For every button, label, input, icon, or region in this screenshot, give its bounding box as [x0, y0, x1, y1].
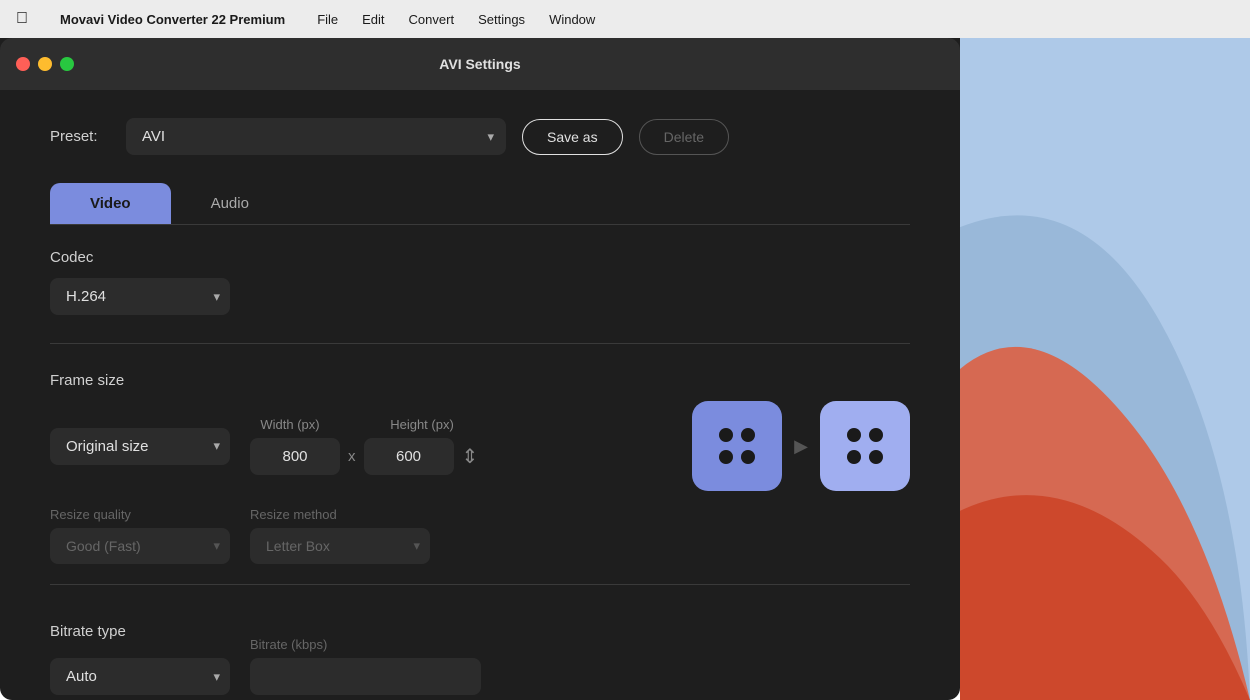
background-decoration — [960, 38, 1250, 700]
close-button[interactable] — [16, 57, 30, 71]
preview-box-before — [692, 401, 782, 491]
resize-quality-label: Resize quality — [50, 507, 230, 522]
tab-audio[interactable]: Audio — [171, 183, 289, 224]
height-label: Height (px) — [382, 417, 462, 432]
width-label: Width (px) — [250, 417, 330, 432]
preview-box-after — [820, 401, 910, 491]
dimension-labels: Width (px) Height (px) — [250, 417, 478, 432]
resize-quality-group: Resize quality Good (Fast) Better Best (… — [50, 507, 230, 564]
title-bar: AVI Settings — [0, 38, 960, 90]
dot-6 — [869, 428, 883, 442]
menu-file[interactable]: File — [317, 12, 338, 27]
codec-label: Codec — [50, 249, 910, 266]
bitrate-input[interactable] — [250, 658, 481, 695]
menu-edit[interactable]: Edit — [362, 12, 384, 27]
background-area — [960, 38, 1250, 700]
delete-button[interactable]: Delete — [639, 119, 729, 155]
dot-2 — [741, 428, 755, 442]
resize-method-select-wrapper: Letter Box Stretch Crop ▾ — [250, 528, 430, 564]
dialog-content: Preset: AVI MP4 MKV MOV WMV ▾ Save as De… — [0, 90, 960, 700]
save-as-button[interactable]: Save as — [522, 119, 623, 155]
dot-5 — [847, 428, 861, 442]
preset-row: Preset: AVI MP4 MKV MOV WMV ▾ Save as De… — [50, 118, 910, 155]
bitrate-row: Bitrate type Auto CBR VBR ▾ Bitrate (kbp… — [50, 623, 910, 695]
bitrate-type-group: Bitrate type Auto CBR VBR ▾ — [50, 623, 230, 695]
dot-4 — [741, 450, 755, 464]
resize-method-select[interactable]: Letter Box Stretch Crop — [250, 528, 430, 564]
preset-label: Preset: — [50, 128, 110, 145]
menu-settings[interactable]: Settings — [478, 12, 525, 27]
dot-3 — [719, 450, 733, 464]
bitrate-type-label: Bitrate type — [50, 623, 230, 640]
dim-x-label: x — [348, 448, 356, 465]
resize-method-group: Resize method Letter Box Stretch Crop ▾ — [250, 507, 430, 564]
tab-video[interactable]: Video — [50, 183, 171, 224]
width-input[interactable] — [250, 438, 340, 475]
bitrate-value-group: Bitrate (kbps) — [250, 637, 481, 695]
resize-row: Resize quality Good (Fast) Better Best (… — [50, 507, 910, 564]
link-dimensions-icon[interactable]: ⇕ — [462, 444, 479, 469]
minimize-button[interactable] — [38, 57, 52, 71]
tabs-row: Video Audio — [50, 183, 910, 225]
frame-size-select[interactable]: Original size Custom 1920x1080 1280x720 … — [50, 428, 230, 465]
dot-7 — [847, 450, 861, 464]
frame-size-select-wrapper: Original size Custom 1920x1080 1280x720 … — [50, 428, 230, 465]
divider-2 — [50, 584, 910, 585]
traffic-lights — [16, 57, 74, 71]
bitrate-type-select-wrapper: Auto CBR VBR ▾ — [50, 658, 230, 695]
codec-select-wrapper: H.264 H.265 MPEG-4 Xvid ▾ — [50, 278, 230, 315]
dialog-title: AVI Settings — [439, 56, 520, 72]
preview-boxes: ▶ — [692, 401, 910, 491]
height-input[interactable] — [364, 438, 454, 475]
dice-dots-before — [705, 414, 769, 478]
dim-inputs: x ⇕ — [250, 438, 478, 475]
dot-1 — [719, 428, 733, 442]
app-name: Movavi Video Converter 22 Premium — [60, 12, 285, 27]
main-layout: AVI Settings Preset: AVI MP4 MKV MOV WMV… — [0, 38, 1250, 700]
codec-section: Codec H.264 H.265 MPEG-4 Xvid ▾ — [50, 249, 910, 315]
maximize-button[interactable] — [60, 57, 74, 71]
dimension-group: Width (px) Height (px) x ⇕ — [250, 417, 478, 475]
preset-select-wrapper: AVI MP4 MKV MOV WMV ▾ — [126, 118, 506, 155]
bitrate-type-select[interactable]: Auto CBR VBR — [50, 658, 230, 695]
frame-size-section: Frame size Original size Custom 1920x108… — [50, 372, 910, 564]
preset-select[interactable]: AVI MP4 MKV MOV WMV — [126, 118, 506, 155]
apple-logo:  — [16, 10, 28, 28]
resize-method-label: Resize method — [250, 507, 430, 522]
menu-bar:  Movavi Video Converter 22 Premium File… — [0, 0, 1250, 38]
dim-x-spacer — [346, 417, 366, 432]
frame-size-row: Original size Custom 1920x1080 1280x720 … — [50, 401, 910, 491]
menu-window[interactable]: Window — [549, 12, 595, 27]
resize-quality-select[interactable]: Good (Fast) Better Best (Slow) — [50, 528, 230, 564]
menu-convert[interactable]: Convert — [409, 12, 455, 27]
dot-8 — [869, 450, 883, 464]
preview-arrow-icon: ▶ — [794, 436, 808, 457]
divider-1 — [50, 343, 910, 344]
dice-dots-after — [833, 414, 897, 478]
dialog-window: AVI Settings Preset: AVI MP4 MKV MOV WMV… — [0, 38, 960, 700]
resize-quality-select-wrapper: Good (Fast) Better Best (Slow) ▾ — [50, 528, 230, 564]
codec-select[interactable]: H.264 H.265 MPEG-4 Xvid — [50, 278, 230, 315]
frame-size-label: Frame size — [50, 372, 910, 389]
bitrate-section: Bitrate type Auto CBR VBR ▾ Bitrate (kbp… — [50, 613, 910, 695]
bitrate-value-label: Bitrate (kbps) — [250, 637, 481, 652]
